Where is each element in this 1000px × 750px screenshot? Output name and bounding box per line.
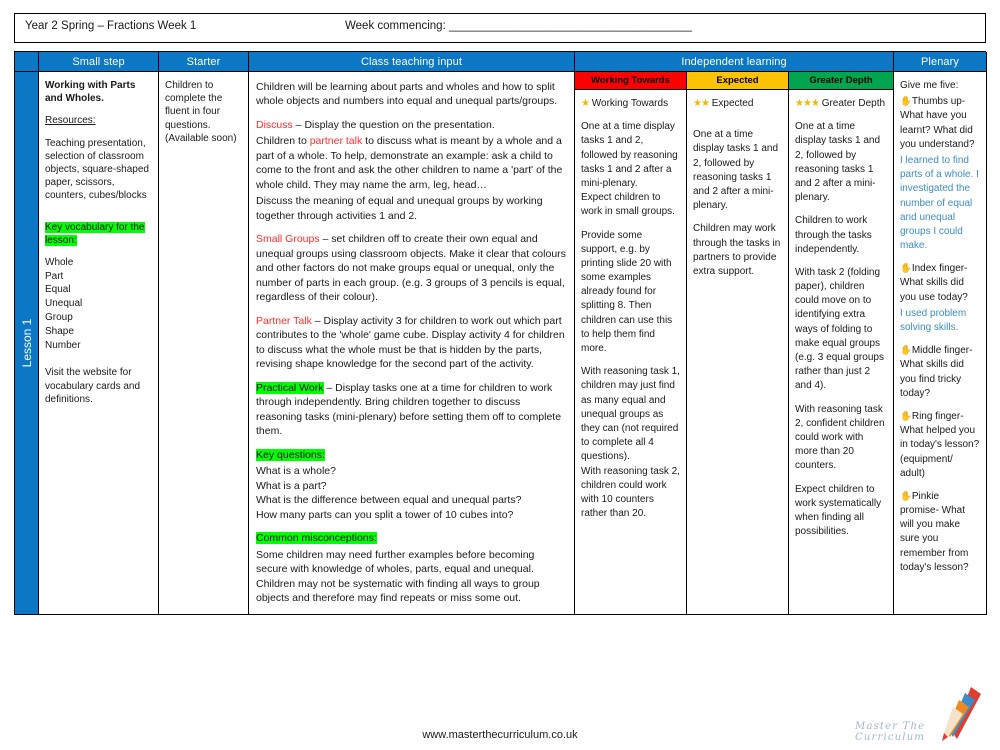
expected-label: Expected bbox=[711, 98, 754, 109]
partner-talk-label: Partner Talk bbox=[256, 314, 312, 327]
greater-depth-paragraph: With task 2 (folding paper), children co… bbox=[795, 266, 884, 392]
subheader-greater-depth: Greater Depth bbox=[789, 72, 894, 90]
vocabulary-item: Group bbox=[45, 312, 73, 324]
vocabulary-item: Equal bbox=[45, 284, 71, 296]
plenary-question: Thumbs up- What have you learnt? What di… bbox=[900, 96, 975, 150]
discuss-label: Discuss bbox=[256, 118, 293, 131]
partner-talk-link[interactable]: partner talk bbox=[310, 135, 363, 147]
footer-website-url[interactable]: www.masterthecurriculum.co.uk bbox=[0, 729, 1000, 741]
common-misconceptions-list: Some children may need further examples … bbox=[256, 548, 567, 606]
lesson-label: Lesson 1 bbox=[19, 318, 34, 368]
discuss-line1: – Display the question on the presentati… bbox=[292, 118, 495, 131]
cell-expected: ★★ Expected One at a time display tasks … bbox=[687, 90, 789, 615]
header-class-teaching-input: Class teaching input bbox=[249, 52, 575, 72]
header-independent-learning: Independent learning bbox=[575, 52, 894, 72]
key-questions-label: Key questions: bbox=[256, 448, 325, 461]
header-lesson-spine bbox=[15, 52, 39, 72]
lesson-row: Lesson 1 Working with Parts and Wholes. … bbox=[15, 72, 987, 615]
greater-depth-paragraph: Expect children to work systematically w… bbox=[795, 483, 882, 538]
cell-class-teaching-input: Children will be learning about parts an… bbox=[249, 72, 575, 615]
misconception: Some children may need further examples … bbox=[256, 548, 535, 576]
plenary-answer: I learned to find parts of a whole. I in… bbox=[900, 154, 979, 252]
discuss-line3: Discuss the meaning of equal and unequal… bbox=[256, 195, 543, 222]
greater-depth-label: Greater Depth bbox=[821, 98, 886, 109]
document-title-bar: Year 2 Spring – Fractions Week 1 Week co… bbox=[14, 13, 986, 43]
lesson-plan-table: Small step Starter Class teaching input … bbox=[14, 51, 987, 615]
small-groups-label: Small Groups bbox=[256, 233, 320, 246]
discuss-line2-prefix: Children to bbox=[256, 135, 310, 148]
cell-working-towards: ★ Working Towards One at a time display … bbox=[575, 90, 687, 615]
subheader-expected: Expected bbox=[687, 72, 789, 90]
working-towards-label: Working Towards bbox=[591, 98, 669, 109]
vocabulary-item: Number bbox=[45, 339, 81, 351]
working-towards-paragraph: One at a time display tasks 1 and 2, fol… bbox=[581, 121, 678, 218]
website-note: Visit the website for vocabulary cards a… bbox=[45, 367, 141, 405]
common-misconceptions-label: Common misconceptions: bbox=[256, 532, 377, 545]
working-towards-paragraph: Provide some support, e.g. by printing s… bbox=[581, 229, 673, 355]
starter-text: Children to complete the fluent in four … bbox=[165, 80, 237, 144]
key-question: What is the difference between equal and… bbox=[256, 494, 522, 507]
vocabulary-item: Shape bbox=[45, 325, 74, 337]
small-step-heading: Working with Parts and Wholes. bbox=[45, 80, 136, 105]
vocabulary-item: Unequal bbox=[45, 298, 83, 310]
teaching-intro: Children will be learning about parts an… bbox=[256, 81, 558, 108]
cell-greater-depth: ★★★ Greater Depth One at a time display … bbox=[789, 90, 894, 615]
greater-depth-paragraph: Children to work through the tasks indep… bbox=[795, 215, 872, 255]
star-rating-icon: ★★ bbox=[693, 98, 710, 109]
cell-small-step: Working with Parts and Wholes. Resources… bbox=[39, 72, 159, 615]
key-question: What is a whole? bbox=[256, 465, 336, 478]
key-questions-list: What is a whole? What is a part? What is… bbox=[256, 464, 567, 522]
plenary-question: Ring finger- What helped you in today's … bbox=[900, 410, 980, 479]
star-rating-icon: ★★★ bbox=[795, 98, 820, 109]
independent-subheader-row: Working Towards Expected Greater Depth bbox=[575, 72, 894, 90]
vocabulary-item: Whole bbox=[45, 256, 74, 268]
lesson-plan-page: Year 2 Spring – Fractions Week 1 Week co… bbox=[0, 0, 1000, 750]
cell-starter: Children to complete the fluent in four … bbox=[159, 72, 249, 615]
hand-icon: ✋ bbox=[900, 263, 912, 275]
brand-logo: Master The Curriculum bbox=[855, 685, 995, 745]
greater-depth-paragraph: One at a time display tasks 1 and 2, fol… bbox=[795, 121, 881, 204]
star-rating-icon: ★ bbox=[581, 98, 590, 109]
key-question: How many parts can you split a tower of … bbox=[256, 508, 514, 521]
plenary-answer: I used problem solving skills. bbox=[900, 307, 967, 333]
hand-icon: ✋ bbox=[900, 345, 912, 357]
hand-icon: ✋ bbox=[900, 96, 912, 108]
vocabulary-item: Part bbox=[45, 270, 64, 282]
working-towards-paragraph: With reasoning task 1, children may just… bbox=[581, 366, 680, 520]
cell-plenary: Give me five: ✋Thumbs up- What have you … bbox=[894, 72, 987, 615]
header-starter: Starter bbox=[159, 52, 249, 72]
plenary-question: Pinkie promise- What will you make sure … bbox=[900, 490, 969, 573]
vocabulary-list: Whole Part Equal Unequal Group Shape Num… bbox=[45, 256, 152, 353]
resources-text: Teaching presentation, selection of clas… bbox=[45, 137, 149, 202]
logo-wordmark: Master The Curriculum bbox=[855, 721, 926, 743]
header-small-step: Small step bbox=[39, 52, 159, 72]
hand-icon: ✋ bbox=[900, 410, 912, 422]
key-vocabulary-label: Key vocabulary for the lesson: bbox=[45, 221, 145, 246]
practical-work-label: Practical Work bbox=[256, 381, 324, 394]
hand-icon: ✋ bbox=[900, 490, 912, 502]
expected-paragraph: Children may work through the tasks in p… bbox=[693, 223, 781, 277]
misconception: Children may not be systematic with find… bbox=[256, 577, 540, 605]
table-header-row: Small step Starter Class teaching input … bbox=[15, 52, 987, 72]
plenary-question: Middle finger- What skills did you find … bbox=[900, 345, 973, 399]
page-title: Year 2 Spring – Fractions Week 1 bbox=[25, 20, 197, 32]
resources-label: Resources: bbox=[45, 115, 96, 127]
expected-paragraph: One at a time display tasks 1 and 2, fol… bbox=[693, 129, 779, 212]
cell-independent-learning: Working Towards Expected Greater Depth ★… bbox=[575, 72, 894, 615]
week-commencing-field[interactable]: Week commencing: _______________________… bbox=[345, 20, 692, 32]
header-plenary: Plenary bbox=[894, 52, 987, 72]
greater-depth-paragraph: With reasoning task 2, confident childre… bbox=[795, 403, 885, 472]
plenary-heading: Give me five: bbox=[900, 80, 959, 91]
key-question: What is a part? bbox=[256, 479, 327, 492]
lesson-number-spine: Lesson 1 bbox=[15, 72, 39, 615]
subheader-working-towards: Working Towards bbox=[575, 72, 687, 90]
